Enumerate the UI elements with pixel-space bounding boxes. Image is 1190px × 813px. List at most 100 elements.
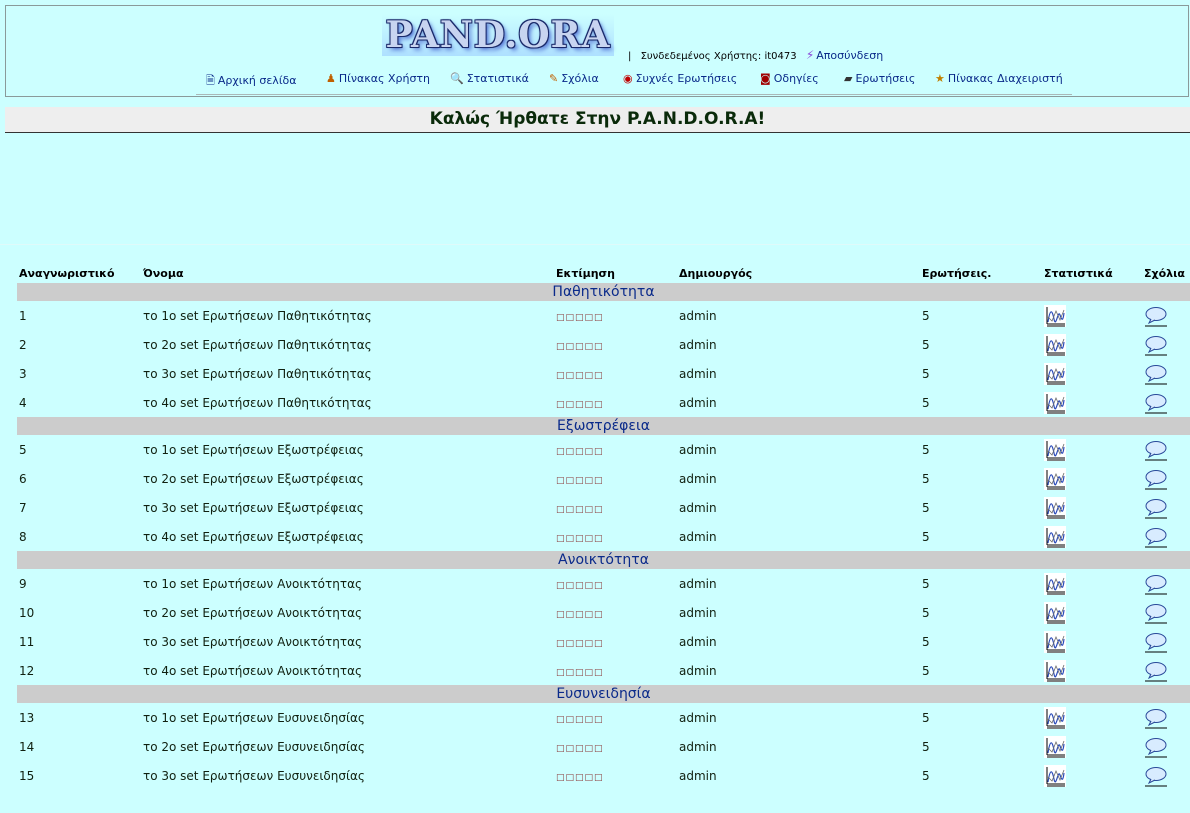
- row-comments[interactable]: [1142, 522, 1190, 551]
- row-rating[interactable]: □□□□□: [554, 493, 677, 522]
- rating-stars[interactable]: □□□□□: [556, 447, 604, 457]
- row-name[interactable]: το 2ο set Ερωτήσεων Ευσυνειδησίας: [141, 732, 554, 761]
- row-rating[interactable]: □□□□□: [554, 301, 677, 330]
- statistics-chart-icon[interactable]: [1044, 659, 1066, 682]
- row-name[interactable]: το 1ο set Ερωτήσεων Ευσυνειδησίας: [141, 703, 554, 732]
- row-name[interactable]: το 4ο set Ερωτήσεων Ανοικτότητας: [141, 656, 554, 685]
- comment-bubble-icon[interactable]: [1144, 497, 1168, 519]
- row-name[interactable]: το 3ο set Ερωτήσεων Εξωστρέφειας: [141, 493, 554, 522]
- row-comments[interactable]: [1142, 388, 1190, 417]
- row-rating[interactable]: □□□□□: [554, 435, 677, 464]
- row-stats[interactable]: [1042, 656, 1142, 685]
- row-rating[interactable]: □□□□□: [554, 359, 677, 388]
- statistics-chart-icon[interactable]: [1044, 764, 1066, 787]
- rating-stars[interactable]: □□□□□: [556, 639, 604, 649]
- row-stats[interactable]: [1042, 703, 1142, 732]
- row-name[interactable]: το 3ο set Ερωτήσεων Ανοικτότητας: [141, 627, 554, 656]
- rating-stars[interactable]: □□□□□: [556, 744, 604, 754]
- row-name[interactable]: το 1ο set Ερωτήσεων Εξωστρέφειας: [141, 435, 554, 464]
- row-rating[interactable]: □□□□□: [554, 656, 677, 685]
- row-comments[interactable]: [1142, 732, 1190, 761]
- rating-stars[interactable]: □□□□□: [556, 610, 604, 620]
- row-stats[interactable]: [1042, 493, 1142, 522]
- row-name[interactable]: το 4ο set Ερωτήσεων Εξωστρέφειας: [141, 522, 554, 551]
- nav-admin-panel[interactable]: ★ Πίνακας Διαχειριστή: [935, 72, 1063, 85]
- nav-faq[interactable]: ◉ Συχνές Ερωτήσεις: [623, 72, 737, 85]
- comment-bubble-icon[interactable]: [1144, 631, 1168, 653]
- comment-bubble-icon[interactable]: [1144, 392, 1168, 414]
- row-stats[interactable]: [1042, 732, 1142, 761]
- row-stats[interactable]: [1042, 301, 1142, 330]
- rating-stars[interactable]: □□□□□: [556, 342, 604, 352]
- rating-stars[interactable]: □□□□□: [556, 773, 604, 783]
- row-stats[interactable]: [1042, 464, 1142, 493]
- row-stats[interactable]: [1042, 569, 1142, 598]
- rating-stars[interactable]: □□□□□: [556, 313, 604, 323]
- statistics-chart-icon[interactable]: [1044, 304, 1066, 327]
- row-rating[interactable]: □□□□□: [554, 522, 677, 551]
- row-rating[interactable]: □□□□□: [554, 569, 677, 598]
- logout-link[interactable]: ⚡ Αποσύνδεση: [806, 48, 883, 62]
- row-name[interactable]: το 2ο set Ερωτήσεων Ανοικτότητας: [141, 598, 554, 627]
- row-comments[interactable]: [1142, 656, 1190, 685]
- comment-bubble-icon[interactable]: [1144, 363, 1168, 385]
- row-comments[interactable]: [1142, 627, 1190, 656]
- row-comments[interactable]: [1142, 493, 1190, 522]
- row-comments[interactable]: [1142, 301, 1190, 330]
- statistics-chart-icon[interactable]: [1044, 525, 1066, 548]
- row-rating[interactable]: □□□□□: [554, 388, 677, 417]
- row-name[interactable]: το 2ο set Ερωτήσεων Παθητικότητας: [141, 330, 554, 359]
- row-stats[interactable]: [1042, 598, 1142, 627]
- row-stats[interactable]: [1042, 359, 1142, 388]
- comment-bubble-icon[interactable]: [1144, 736, 1168, 758]
- statistics-chart-icon[interactable]: [1044, 467, 1066, 490]
- row-stats[interactable]: [1042, 761, 1142, 790]
- row-comments[interactable]: [1142, 359, 1190, 388]
- comment-bubble-icon[interactable]: [1144, 305, 1168, 327]
- row-stats[interactable]: [1042, 627, 1142, 656]
- row-comments[interactable]: [1142, 569, 1190, 598]
- row-name[interactable]: το 3ο set Ερωτήσεων Παθητικότητας: [141, 359, 554, 388]
- statistics-chart-icon[interactable]: [1044, 362, 1066, 385]
- statistics-chart-icon[interactable]: [1044, 735, 1066, 758]
- row-stats[interactable]: [1042, 522, 1142, 551]
- nav-home[interactable]: 🗎 Αρχική σελίδα: [206, 72, 297, 91]
- rating-stars[interactable]: □□□□□: [556, 400, 604, 410]
- nav-user-panel[interactable]: ♟ Πίνακας Χρήστη: [326, 72, 430, 85]
- row-rating[interactable]: □□□□□: [554, 732, 677, 761]
- row-comments[interactable]: [1142, 598, 1190, 627]
- row-stats[interactable]: [1042, 330, 1142, 359]
- row-rating[interactable]: □□□□□: [554, 598, 677, 627]
- comment-bubble-icon[interactable]: [1144, 573, 1168, 595]
- rating-stars[interactable]: □□□□□: [556, 371, 604, 381]
- statistics-chart-icon[interactable]: [1044, 572, 1066, 595]
- row-comments[interactable]: [1142, 435, 1190, 464]
- row-comments[interactable]: [1142, 330, 1190, 359]
- row-stats[interactable]: [1042, 435, 1142, 464]
- statistics-chart-icon[interactable]: [1044, 496, 1066, 519]
- nav-instructions[interactable]: ◙ Οδηγίες: [760, 72, 819, 85]
- nav-comments[interactable]: ✎ Σχόλια: [549, 72, 599, 85]
- comment-bubble-icon[interactable]: [1144, 334, 1168, 356]
- row-stats[interactable]: [1042, 388, 1142, 417]
- rating-stars[interactable]: □□□□□: [556, 476, 604, 486]
- rating-stars[interactable]: □□□□□: [556, 715, 604, 725]
- row-rating[interactable]: □□□□□: [554, 627, 677, 656]
- row-rating[interactable]: □□□□□: [554, 761, 677, 790]
- rating-stars[interactable]: □□□□□: [556, 505, 604, 515]
- comment-bubble-icon[interactable]: [1144, 765, 1168, 787]
- nav-statistics[interactable]: 🔍 Στατιστικά: [450, 72, 529, 85]
- row-comments[interactable]: [1142, 464, 1190, 493]
- rating-stars[interactable]: □□□□□: [556, 534, 604, 544]
- row-comments[interactable]: [1142, 703, 1190, 732]
- comment-bubble-icon[interactable]: [1144, 439, 1168, 461]
- comment-bubble-icon[interactable]: [1144, 468, 1168, 490]
- row-rating[interactable]: □□□□□: [554, 330, 677, 359]
- statistics-chart-icon[interactable]: [1044, 706, 1066, 729]
- statistics-chart-icon[interactable]: [1044, 391, 1066, 414]
- row-name[interactable]: το 3ο set Ερωτήσεων Ευσυνειδησίας: [141, 761, 554, 790]
- rating-stars[interactable]: □□□□□: [556, 668, 604, 678]
- row-comments[interactable]: [1142, 761, 1190, 790]
- row-name[interactable]: το 2ο set Ερωτήσεων Εξωστρέφειας: [141, 464, 554, 493]
- row-name[interactable]: το 1ο set Ερωτήσεων Παθητικότητας: [141, 301, 554, 330]
